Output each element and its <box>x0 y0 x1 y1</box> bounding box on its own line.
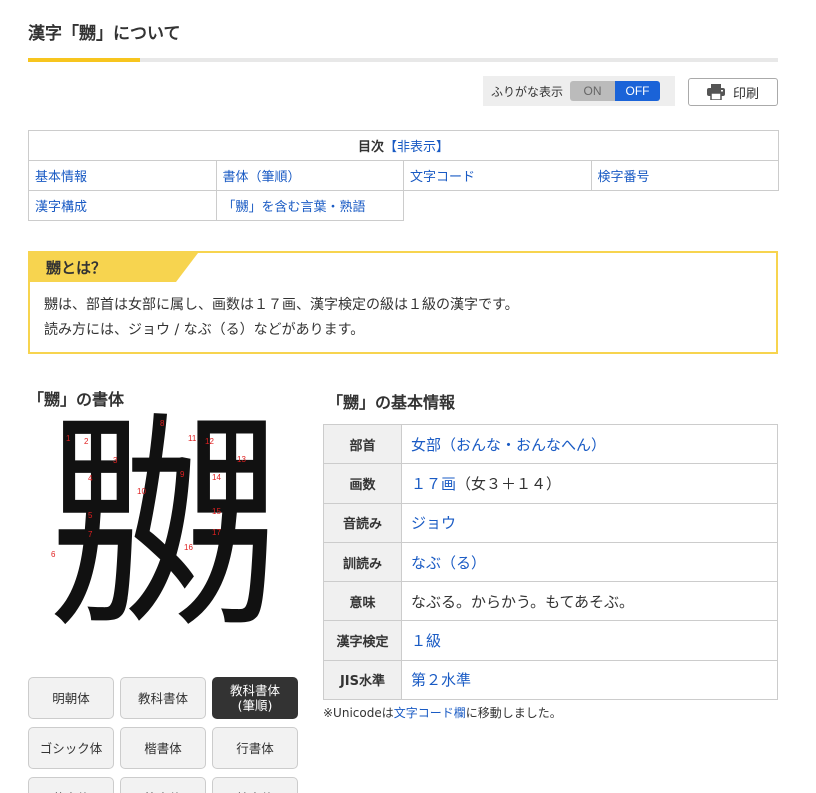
row-label: 画数 <box>323 463 402 504</box>
font-gothic-button[interactable]: ゴシック体 <box>28 727 114 769</box>
table-row: 部首 女部（おんな・おんなへん） <box>323 423 778 465</box>
table-row: 漢字検定 １級 <box>323 620 778 661</box>
toc-item[interactable]: 文字コード <box>403 160 592 191</box>
stroke-number: 5 <box>88 511 93 520</box>
printer-icon <box>706 84 725 100</box>
stroke-number: 6 <box>51 550 56 559</box>
table-row: 訓読み なぶ（る） <box>323 541 778 583</box>
furigana-on-button[interactable]: ON <box>570 81 616 101</box>
basic-info-table: 部首 女部（おんな・おんなへん） 画数 １７画（女３＋１４） 音読み ジョウ 訓… <box>323 423 778 701</box>
toc-item[interactable]: 漢字構成 <box>28 190 217 221</box>
basic-info-title: 「嬲」の基本情報 <box>327 393 456 412</box>
print-button[interactable]: 印刷 <box>688 78 778 106</box>
char-code-link[interactable]: 文字コード欄 <box>394 706 466 720</box>
stroke-number: 15 <box>212 507 221 516</box>
title-rule-accent <box>28 58 140 62</box>
row-value: １級 <box>401 620 778 661</box>
summary-text: 嬲は、部首は女部に属し、画数は１７画、漢字検定の級は１級の漢字です。 読み方には… <box>44 293 519 343</box>
stroke-number: 17 <box>212 528 221 537</box>
stroke-number: 11 <box>188 434 197 443</box>
jis-level-link[interactable]: 第２水準 <box>411 671 471 689</box>
toc-item[interactable]: 「嬲」を含む言葉・熟語 <box>215 190 404 221</box>
furigana-toggle[interactable]: ON OFF <box>570 81 661 101</box>
kanji-summary-box: 嬲とは？ 嬲は、部首は女部に属し、画数は１７画、漢字検定の級は１級の漢字です。 … <box>28 251 778 354</box>
radical-link[interactable]: 女部（おんな・おんなへん） <box>411 436 606 454</box>
kanji-glyph: 嬲 <box>48 392 281 662</box>
unicode-note: ※Unicodeは文字コード欄に移動しました。 <box>323 706 562 720</box>
stroke-number: 9 <box>180 470 185 479</box>
row-value: 第２水準 <box>401 659 778 701</box>
table-row: 意味 なぶる。からかう。もてあそぶ。 <box>323 581 778 622</box>
summary-line: 嬲は、部首は女部に属し、画数は１７画、漢字検定の級は１級の漢字です。 <box>44 297 519 313</box>
toc-item[interactable]: 書体（筆順） <box>215 160 404 191</box>
row-label: 部首 <box>323 423 402 465</box>
toc-header: 目次【非表示】 <box>28 130 779 161</box>
stroke-number: 1 <box>66 434 71 443</box>
font-textbook-button[interactable]: 教科書体 <box>120 677 206 719</box>
row-value: ジョウ <box>401 502 778 543</box>
on-reading-link[interactable]: ジョウ <box>411 514 456 532</box>
furigana-toggle-group: ふりがな表示 ON OFF <box>483 76 675 106</box>
row-value: なぶ（る） <box>401 541 778 583</box>
toc-title: 目次 <box>357 140 384 155</box>
row-label: JIS水準 <box>323 659 402 701</box>
row-value: 女部（おんな・おんなへん） <box>401 423 778 465</box>
table-of-contents: 目次【非表示】 基本情報 書体（筆順） 文字コード 検字番号 漢字構成 「嬲」を… <box>28 130 779 221</box>
row-label: 訓読み <box>323 541 402 583</box>
stroke-number: 16 <box>184 543 193 552</box>
stroke-number: 10 <box>137 487 146 496</box>
row-value: １７画（女３＋１４） <box>401 463 778 504</box>
table-row: 画数 １７画（女３＋１４） <box>323 463 778 504</box>
toc-item[interactable]: 検字番号 <box>590 160 779 191</box>
stroke-count-detail: （女３＋１４） <box>456 474 562 493</box>
stroke-number: 2 <box>84 437 89 446</box>
toc-item[interactable]: 基本情報 <box>28 160 217 191</box>
font-mincho-button[interactable]: 明朝体 <box>28 677 114 719</box>
kun-reading-link[interactable]: なぶ（る） <box>411 554 486 572</box>
stroke-order-glyph: 嬲 1 2 3 4 5 6 7 8 9 10 11 12 13 14 15 16… <box>44 402 294 654</box>
font-reisho-button[interactable]: 隷書体 <box>212 777 298 793</box>
print-label: 印刷 <box>732 86 759 102</box>
stroke-count-link[interactable]: １７画 <box>411 475 456 493</box>
row-label: 音読み <box>323 502 402 543</box>
toc-hide-link[interactable]: 【非表示】 <box>384 140 449 155</box>
stroke-number: 13 <box>237 455 246 464</box>
summary-heading: 嬲とは？ <box>46 259 107 277</box>
row-label: 漢字検定 <box>323 620 402 661</box>
font-kaisho-button[interactable]: 楷書体 <box>120 727 206 769</box>
stroke-number: 12 <box>205 437 214 446</box>
title-rule <box>28 58 778 62</box>
summary-tag: 嬲とは？ <box>30 253 198 282</box>
stroke-number: 14 <box>212 473 221 482</box>
table-row: JIS水準 第２水準 <box>323 659 778 701</box>
furigana-label: ふりがな表示 <box>491 84 564 99</box>
row-label: 意味 <box>323 581 402 622</box>
page-title: 漢字「嬲」について <box>28 24 181 44</box>
summary-line: 読み方には、ジョウ / なぶ（る）などがあります。 <box>44 322 365 338</box>
meaning-value: なぶる。からかう。もてあそぶ。 <box>401 581 778 622</box>
stroke-number: 3 <box>113 456 118 465</box>
page-header: 漢字「嬲」について <box>28 22 778 62</box>
font-gyosho-button[interactable]: 行書体 <box>212 727 298 769</box>
font-sosho-button[interactable]: 草書体 <box>28 777 114 793</box>
toc-empty-cell <box>403 190 591 221</box>
kanken-level-link[interactable]: １級 <box>411 632 441 650</box>
font-tensho-button[interactable]: 篆書体 <box>120 777 206 793</box>
furigana-off-button[interactable]: OFF <box>615 81 661 101</box>
stroke-number: 8 <box>160 419 165 428</box>
table-row: 音読み ジョウ <box>323 502 778 543</box>
stroke-number: 4 <box>88 474 93 483</box>
font-textbook-stroke-button[interactable]: 教科書体 (筆順) <box>212 677 298 719</box>
stroke-number: 7 <box>88 530 93 539</box>
toc-empty-cell <box>591 190 779 221</box>
